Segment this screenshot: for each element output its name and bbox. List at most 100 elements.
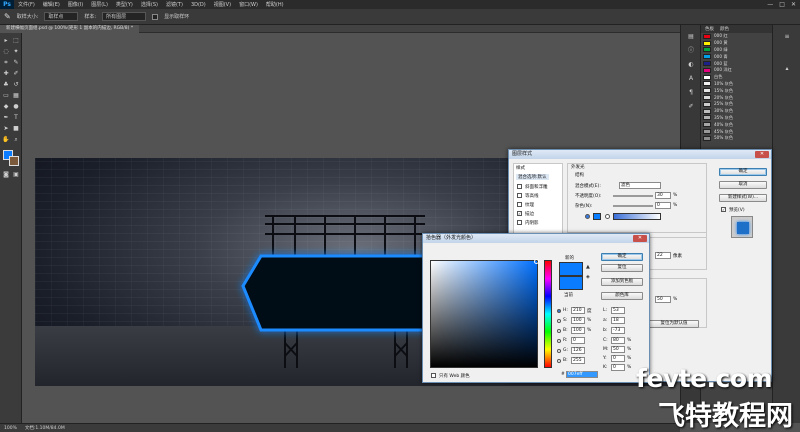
swatch-color[interactable] [703, 61, 711, 67]
field-input[interactable]: 0 [571, 337, 585, 344]
hex-input[interactable]: 007eff [566, 371, 598, 378]
adjustments-panel-icon[interactable]: ◐ [687, 61, 695, 69]
brush-tool-icon[interactable]: ✐ [12, 70, 20, 78]
color-libraries-button[interactable]: 颜色库 [601, 292, 643, 300]
menu-filter[interactable]: 滤镜(T) [162, 1, 187, 8]
brush-panel-icon[interactable]: ✐ [687, 103, 695, 111]
menu-help[interactable]: 帮助(H) [262, 1, 288, 8]
close-icon[interactable]: ✕ [755, 151, 769, 158]
field-input[interactable]: 100 [571, 317, 585, 324]
lab-input[interactable]: 53 [611, 307, 625, 314]
swatch-row[interactable]: 45% 灰色 [701, 128, 772, 135]
scroll-arrow-icon[interactable]: ▴ [783, 65, 791, 73]
color-radio[interactable] [585, 214, 590, 219]
style-item-label[interactable]: 纹理 [525, 202, 534, 208]
swatch-color[interactable] [703, 122, 711, 128]
tab-swatches[interactable]: 色板 [705, 26, 714, 32]
swatch-color[interactable] [703, 74, 711, 80]
close-button[interactable]: ✕ [791, 1, 796, 8]
field-input[interactable]: 126 [571, 347, 585, 354]
swatch-color[interactable] [703, 135, 711, 141]
cmyk-input[interactable]: 80 [611, 337, 625, 344]
web-safe-icon[interactable]: ◈ [586, 274, 590, 280]
style-item-checkbox[interactable] [517, 202, 522, 207]
document-tab[interactable]: 新建横幅页面组.psd @ 100%(矩形 1 副本的内描边, RGB/8) * [0, 25, 140, 33]
dodge-tool-icon[interactable]: ● [12, 103, 20, 111]
swatch-color[interactable] [703, 33, 711, 39]
swatch-color[interactable] [703, 115, 711, 121]
opacity-input[interactable]: 30 [655, 192, 671, 199]
add-to-swatches-button[interactable]: 添加到色板 [601, 278, 643, 286]
blur-tool-icon[interactable]: ◆ [2, 103, 10, 111]
style-item-checkbox[interactable] [517, 220, 522, 225]
menu-select[interactable]: 选择(S) [137, 1, 162, 8]
crop-tool-icon[interactable]: ⌗ [2, 59, 10, 67]
zoom-tool-icon[interactable]: ⌕ [12, 136, 20, 144]
zoom-level[interactable]: 100% [4, 426, 17, 431]
swatch-row[interactable]: 40% 灰色 [701, 121, 772, 128]
move-tool-icon[interactable]: ▸ [2, 37, 10, 45]
lab-input[interactable]: 18 [611, 317, 625, 324]
swatch-row[interactable]: 35% 灰色 [701, 115, 772, 122]
swatch-color[interactable] [703, 108, 711, 114]
style-item-label[interactable]: 等高线 [525, 193, 539, 199]
ok-button[interactable]: 确定 [601, 253, 643, 261]
gradient-swatch[interactable] [613, 213, 661, 220]
gradient-radio[interactable] [605, 214, 610, 219]
lasso-tool-icon[interactable]: ◌ [2, 48, 10, 56]
size-input[interactable]: 22 [655, 252, 671, 259]
swatch-color[interactable] [703, 95, 711, 101]
new-style-button[interactable]: 新建样式(W)... [719, 194, 767, 202]
quick-select-icon[interactable]: ✦ [12, 48, 20, 56]
tab-color[interactable]: 颜色 [720, 26, 729, 32]
properties-panel-icon[interactable]: ⓘ [687, 47, 695, 55]
cancel-button[interactable]: 取消 [719, 181, 767, 189]
background-color-swatch[interactable] [9, 156, 19, 166]
paragraph-panel-icon[interactable]: ¶ [687, 89, 695, 97]
pen-tool-icon[interactable]: ✒ [2, 114, 10, 122]
glow-color-swatch[interactable] [593, 213, 601, 220]
styles-header[interactable]: 样式 [516, 165, 525, 171]
history-brush-icon[interactable]: ↺ [12, 81, 20, 89]
menu-3d[interactable]: 3D(D) [187, 2, 210, 8]
cmyk-input[interactable]: 50 [611, 346, 625, 353]
swatch-row[interactable]: 10% 灰色 [701, 81, 772, 88]
menu-image[interactable]: 图像(I) [64, 1, 87, 8]
hand-tool-icon[interactable]: ✋ [2, 136, 10, 144]
sample-select[interactable]: 所有图层 [102, 12, 147, 21]
swatch-row[interactable]: 50% 灰色 [701, 135, 772, 142]
swatch-color[interactable] [703, 40, 711, 46]
blend-mode-select[interactable]: 滤色 [619, 182, 661, 189]
eraser-tool-icon[interactable]: ▭ [2, 92, 10, 100]
ok-button[interactable]: 确定 [719, 168, 767, 176]
swatch-color[interactable] [703, 54, 711, 60]
swatch-row[interactable]: 20% 灰色 [701, 94, 772, 101]
minimize-button[interactable]: — [767, 1, 773, 8]
panel-menu-icon[interactable]: ≡ [783, 33, 791, 41]
swatch-color[interactable] [703, 81, 711, 87]
sample-size-select[interactable]: 取样点 [44, 12, 79, 21]
cmyk-input[interactable]: 0 [611, 355, 625, 362]
swatch-color[interactable] [703, 67, 711, 73]
menu-view[interactable]: 视图(V) [210, 1, 235, 8]
menu-type[interactable]: 类型(Y) [112, 1, 137, 8]
style-item-label[interactable]: 描边 [525, 211, 534, 217]
marquee-tool-icon[interactable]: ⬚ [12, 37, 20, 45]
current-color-swatch[interactable] [559, 276, 583, 290]
cmyk-input[interactable]: 0 [611, 364, 625, 371]
swatch-row[interactable]: 000 洋红 [701, 67, 772, 74]
range-input[interactable]: 50 [655, 296, 671, 303]
swatch-row[interactable]: 000 青 [701, 53, 772, 60]
close-icon[interactable]: ✕ [633, 235, 647, 242]
swatch-row[interactable]: 15% 灰色 [701, 87, 772, 94]
history-panel-icon[interactable]: ▤ [687, 33, 695, 41]
style-item-checkbox[interactable] [517, 193, 522, 198]
path-select-icon[interactable]: ➤ [2, 125, 10, 133]
noise-slider[interactable] [613, 205, 653, 207]
style-item-label[interactable]: 斜面和浮雕 [525, 184, 548, 190]
field-input[interactable]: 100 [571, 327, 585, 334]
stamp-tool-icon[interactable]: ♣ [2, 81, 10, 89]
swatch-color[interactable] [703, 88, 711, 94]
swatch-row[interactable]: 000 蓝 [701, 60, 772, 67]
hue-slider[interactable] [544, 260, 552, 368]
